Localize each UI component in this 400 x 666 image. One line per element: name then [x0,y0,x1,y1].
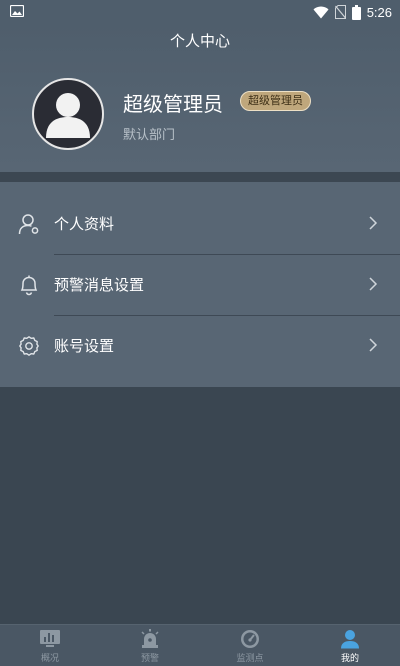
role-badge: 超级管理员 [240,91,311,111]
section-divider [0,172,400,182]
menu-item-profile[interactable]: 个人资料 [0,194,400,254]
status-bar: 5:26 [0,0,400,24]
tab-mine[interactable]: 我的 [300,625,400,666]
user-gear-icon [18,214,39,235]
avatar[interactable] [32,78,104,150]
gauge-icon [241,630,259,648]
no-sim-icon [334,5,346,19]
page-title: 个人中心 [169,32,230,50]
tab-label: 预警 [140,654,159,664]
image-notification-icon [10,5,24,17]
menu-item-label: 预警消息设置 [54,276,145,294]
chevron-right-icon [369,277,378,291]
menu-item-label: 账号设置 [54,337,115,355]
menu-item-alert-settings[interactable]: 预警消息设置 [0,255,400,315]
battery-icon [351,4,361,20]
tab-alerts[interactable]: 预警 [100,625,200,666]
person-avatar-icon [46,93,90,138]
person-icon [341,630,359,649]
bell-icon [20,275,38,296]
tab-label: 我的 [340,654,359,664]
tab-overview[interactable]: 概况 [0,625,100,666]
menu-item-account-settings[interactable]: 账号设置 [0,316,400,376]
tab-label: 监测点 [236,654,264,664]
menu-item-label: 个人资料 [54,215,115,233]
bottom-tab-bar: 概况 预警 监测点 我的 [0,624,400,666]
clock: 5:26 [366,4,392,20]
user-name: 超级管理员 [123,92,223,116]
chevron-right-icon [369,216,378,230]
profile-header: 个人中心 超级管理员 超级管理员 默认部门 [0,24,400,172]
chart-icon [40,630,60,647]
chevron-right-icon [369,338,378,352]
tab-monitor-points[interactable]: 监测点 [200,625,300,666]
alarm-icon [141,629,159,648]
wifi-icon [313,6,329,18]
tab-label: 概况 [40,654,59,664]
settings-menu: 个人资料 预警消息设置 账号设置 [0,182,400,387]
department: 默认部门 [123,128,176,143]
gear-icon [19,336,39,356]
